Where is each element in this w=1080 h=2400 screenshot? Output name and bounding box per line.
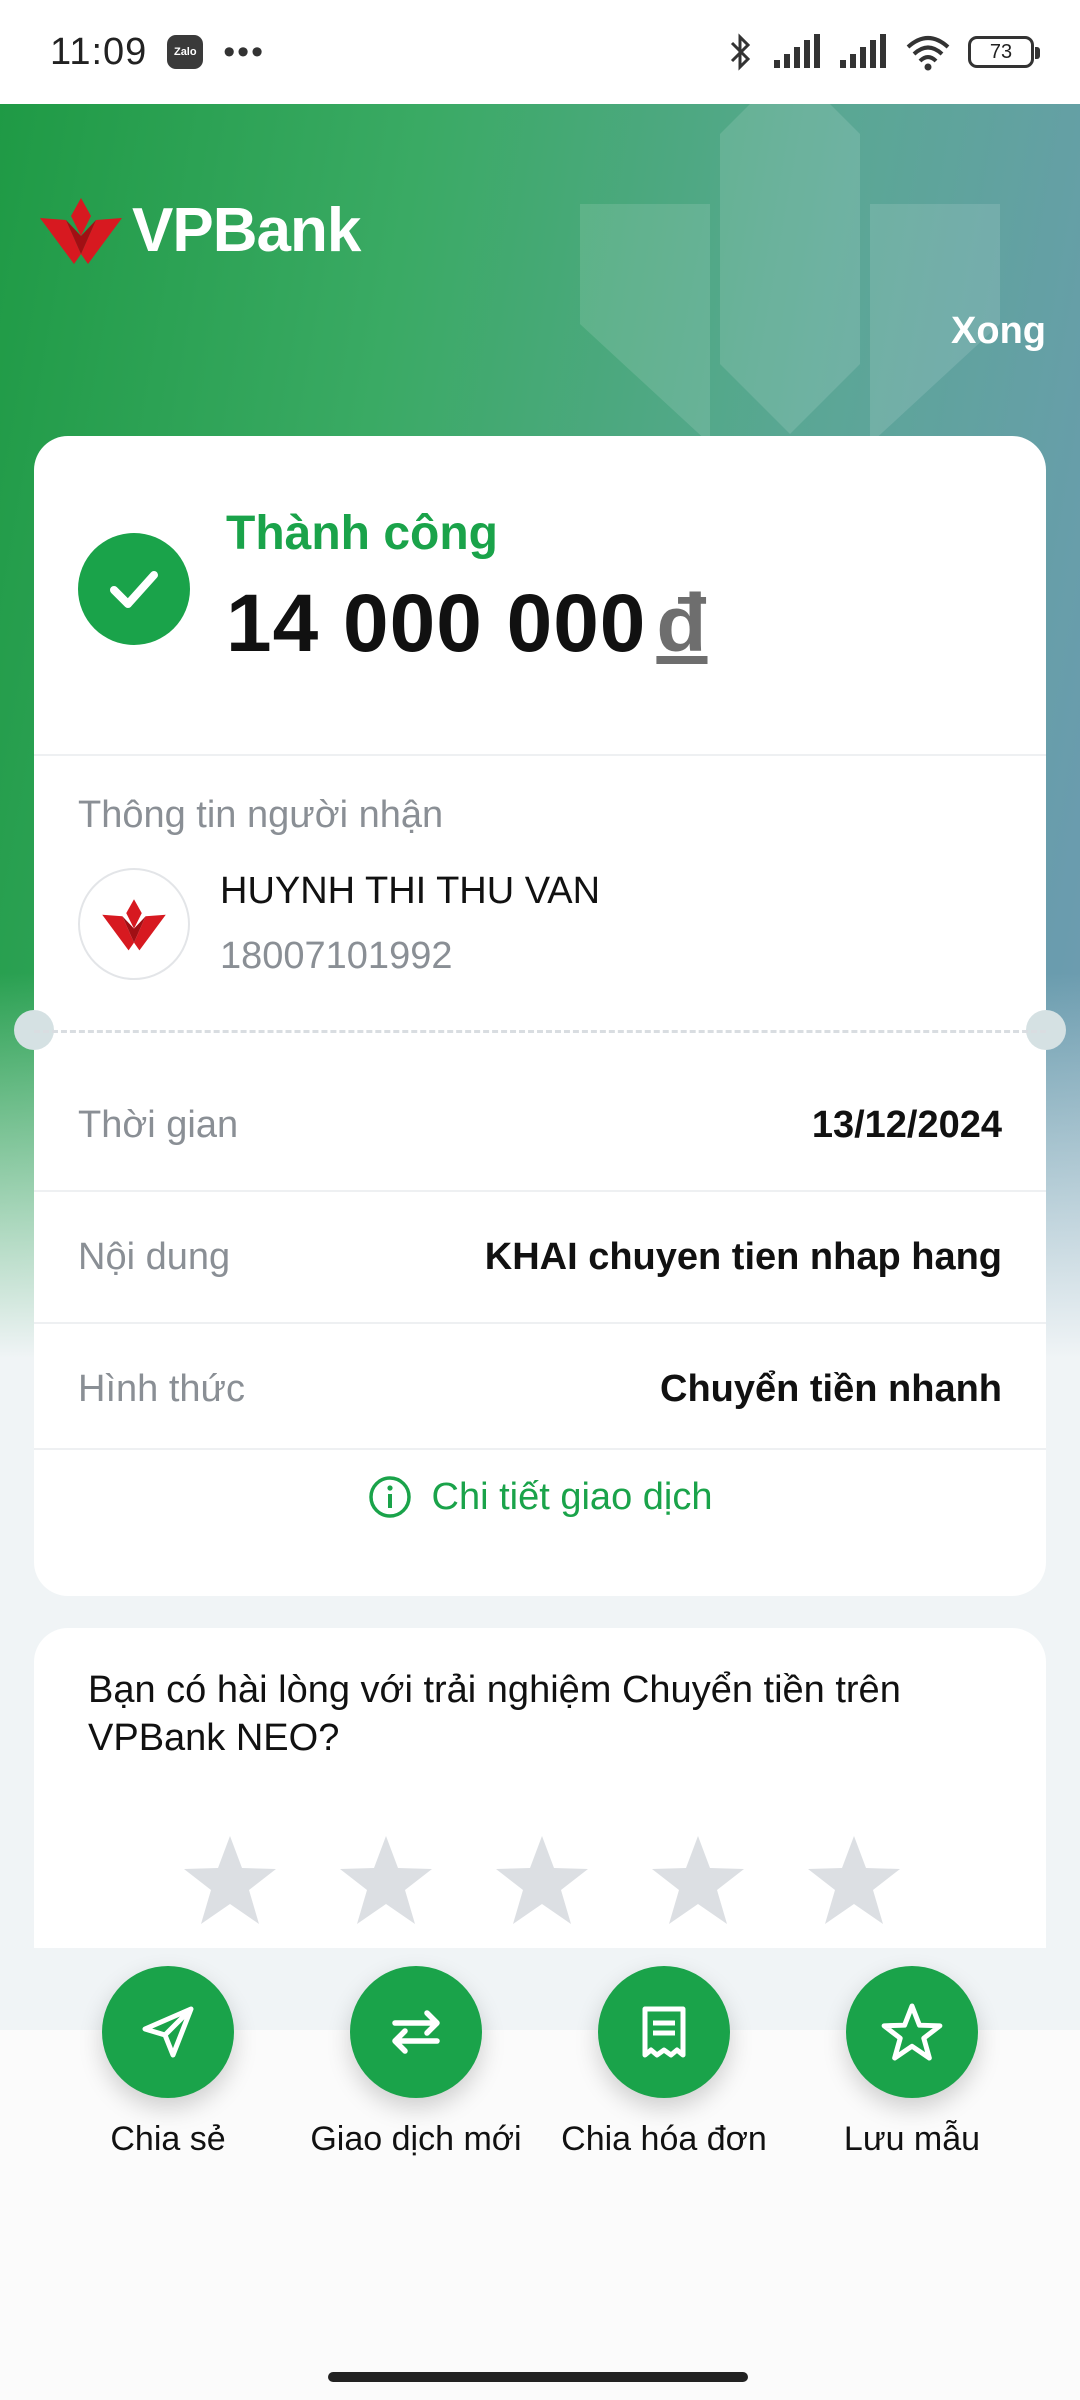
rating-stars [180, 1832, 904, 1928]
currency-symbol: đ [656, 578, 708, 669]
recipient-section-title: Thông tin người nhận [78, 794, 444, 836]
save-template-label: Lưu mẫu [843, 2120, 981, 2158]
brand-name: VPBank [132, 195, 361, 265]
split-bill-label: Chia hóa đơn [561, 2120, 767, 2158]
signal-icon [774, 34, 820, 68]
rating-star-4[interactable] [648, 1832, 748, 1928]
transaction-receipt-card: Thành công 14 000 000 đ Thông tin người n… [14, 436, 1066, 1596]
rating-star-5[interactable] [804, 1832, 904, 1928]
status-time: 11:09 [50, 30, 148, 73]
detail-label: Hình thức [78, 1367, 245, 1410]
recipient-info: HUYNH THI THU VAN 18007101992 [78, 868, 600, 980]
detail-value: KHAI chuyen tien nhap hang [484, 1235, 1002, 1278]
vpbank-logo-icon [40, 198, 122, 264]
share-label: Chia sẻ [110, 2120, 226, 2158]
wifi-icon [906, 36, 950, 71]
transfer-amount: 14 000 000 đ [226, 577, 708, 671]
save-template-button[interactable]: Lưu mẫu [788, 1966, 1036, 2159]
rating-star-1[interactable] [180, 1832, 280, 1928]
zalo-notification-icon: Zalo [167, 35, 204, 69]
detail-label: Nội dung [78, 1235, 231, 1278]
feedback-question: Bạn có hài lòng với trải nghiệm Chuyển t… [88, 1669, 901, 1759]
transaction-status: Thành công 14 000 000 đ [78, 506, 708, 671]
recipient-bank-avatar [78, 868, 190, 980]
ticket-perforation [34, 1030, 1046, 1033]
status-label: Thành công [226, 507, 498, 560]
transaction-details-label: Chi tiết giao dịch [431, 1475, 713, 1518]
divider [34, 754, 1046, 756]
send-icon[interactable] [102, 1966, 234, 2098]
battery-icon: 73 [968, 36, 1040, 68]
recipient-account-number: 18007101992 [220, 935, 453, 977]
rating-star-2[interactable] [336, 1832, 436, 1928]
status-bar: 11:09 Zalo ••• 73 [0, 0, 1080, 104]
share-button[interactable]: Chia sẻ [44, 1966, 292, 2159]
rating-star-3[interactable] [492, 1832, 592, 1928]
info-icon [368, 1476, 411, 1518]
detail-label: Thời gian [78, 1103, 239, 1146]
transaction-details-link[interactable]: Chi tiết giao dịch [34, 1442, 1046, 1552]
done-button[interactable]: Xong [951, 310, 1046, 353]
detail-row-method: Hình thức Chuyển tiền nhanh [78, 1324, 1002, 1454]
feedback-card: Bạn có hài lòng với trải nghiệm Chuyển t… [34, 1628, 1046, 1948]
recipient-name: HUYNH THI THU VAN [220, 870, 601, 912]
home-indicator[interactable] [328, 2372, 748, 2382]
split-bill-button[interactable]: Chia hóa đơn [540, 1966, 788, 2159]
vpbank-logo-icon [102, 899, 166, 951]
vpbank-logo: VPBank [36, 190, 361, 270]
amount-value: 14 000 000 [226, 578, 647, 669]
star-icon[interactable] [846, 1966, 978, 2098]
detail-value: 13/12/2024 [811, 1103, 1002, 1146]
new-transaction-label: Giao dịch mới [310, 2120, 522, 2158]
signal-icon [840, 34, 886, 68]
receipt-icon[interactable] [598, 1966, 730, 2098]
detail-value: Chuyển tiền nhanh [660, 1367, 1002, 1410]
more-notifications-icon: ••• [223, 32, 265, 71]
detail-row-time: Thời gian 13/12/2024 [78, 1060, 1002, 1190]
detail-row-content: Nội dung KHAI chuyen tien nhap hang [78, 1192, 1002, 1322]
bluetooth-icon [730, 33, 751, 71]
swap-icon[interactable] [350, 1966, 482, 2098]
success-check-icon [78, 532, 190, 645]
action-buttons: Chia sẻ Giao dịch mới Chia hóa đơn Lưu m… [0, 1966, 1080, 2159]
new-transaction-button[interactable]: Giao dịch mới [292, 1966, 540, 2159]
